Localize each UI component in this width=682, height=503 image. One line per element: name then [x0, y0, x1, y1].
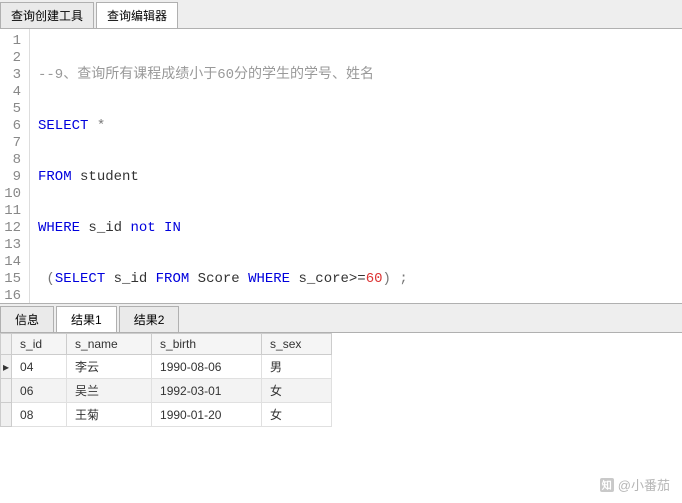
line-number: 9: [4, 169, 21, 186]
kw-from: FROM: [38, 169, 72, 185]
line-number: 7: [4, 135, 21, 152]
line-number: 10: [4, 186, 21, 203]
cell-ssex[interactable]: 女: [262, 379, 332, 403]
cell-sid[interactable]: 04: [12, 355, 67, 379]
table-row[interactable]: 06 吴兰 1992-03-01 女: [1, 379, 332, 403]
kw-from: FROM: [156, 271, 190, 287]
row-pointer-icon: ▸: [1, 355, 12, 379]
kw-where: WHERE: [248, 271, 290, 287]
table-header-row: s_id s_name s_birth s_sex: [1, 334, 332, 355]
cell-sname[interactable]: 吴兰: [67, 379, 152, 403]
code-star: *: [88, 118, 105, 134]
kw-in: IN: [156, 220, 181, 236]
code-cond: s_core>=: [290, 271, 366, 287]
cell-sname[interactable]: 李云: [67, 355, 152, 379]
cell-sname[interactable]: 王菊: [67, 403, 152, 427]
line-number: 6: [4, 118, 21, 135]
sql-editor: 1 2 3 4 5 6 7 8 9 10 11 12 13 14 15 16 -…: [0, 29, 682, 304]
code-paren: (: [38, 271, 55, 287]
kw-select: SELECT: [38, 118, 88, 134]
cell-sid[interactable]: 08: [12, 403, 67, 427]
code-number: 60: [366, 271, 383, 287]
kw-select: SELECT: [55, 271, 105, 287]
line-number: 1: [4, 33, 21, 50]
kw-where: WHERE: [38, 220, 80, 236]
code-paren: ) ;: [383, 271, 408, 287]
col-header-ssex[interactable]: s_sex: [262, 334, 332, 355]
cell-ssex[interactable]: 女: [262, 403, 332, 427]
tab-query-editor[interactable]: 查询编辑器: [96, 2, 178, 28]
row-selector-header: [1, 334, 12, 355]
code-table: Score: [189, 271, 248, 287]
kw-not: not: [130, 220, 155, 236]
line-number: 8: [4, 152, 21, 169]
col-header-sid[interactable]: s_id: [12, 334, 67, 355]
col-header-sname[interactable]: s_name: [67, 334, 152, 355]
line-number: 16: [4, 288, 21, 305]
code-col: s_id: [105, 271, 155, 287]
table-row[interactable]: 08 王菊 1990-01-20 女: [1, 403, 332, 427]
line-number: 11: [4, 203, 21, 220]
row-pointer: [1, 403, 12, 427]
line-number: 13: [4, 237, 21, 254]
sql-code-area[interactable]: --9、查询所有课程成绩小于60分的学生的学号、姓名 SELECT * FROM…: [30, 29, 682, 303]
cell-ssex[interactable]: 男: [262, 355, 332, 379]
line-number: 14: [4, 254, 21, 271]
tab-info[interactable]: 信息: [0, 306, 54, 332]
line-number: 12: [4, 220, 21, 237]
table-row[interactable]: ▸ 04 李云 1990-08-06 男: [1, 355, 332, 379]
line-number: 2: [4, 50, 21, 67]
tab-result2[interactable]: 结果2: [119, 306, 180, 332]
editor-top-tabs: 查询创建工具 查询编辑器: [0, 0, 682, 29]
row-pointer: [1, 379, 12, 403]
tab-query-builder[interactable]: 查询创建工具: [0, 2, 94, 28]
cell-sbirth[interactable]: 1990-08-06: [152, 355, 262, 379]
line-number: 5: [4, 101, 21, 118]
code-table: student: [72, 169, 139, 185]
line-number: 3: [4, 67, 21, 84]
cell-sbirth[interactable]: 1992-03-01: [152, 379, 262, 403]
code-col: s_id: [80, 220, 130, 236]
code-comment: --9、查询所有课程成绩小于60分的学生的学号、姓名: [38, 67, 374, 83]
line-number-gutter: 1 2 3 4 5 6 7 8 9 10 11 12 13 14 15 16: [0, 29, 30, 303]
col-header-sbirth[interactable]: s_birth: [152, 334, 262, 355]
cell-sbirth[interactable]: 1990-01-20: [152, 403, 262, 427]
line-number: 4: [4, 84, 21, 101]
line-number: 15: [4, 271, 21, 288]
cell-sid[interactable]: 06: [12, 379, 67, 403]
tab-result1[interactable]: 结果1: [56, 306, 117, 332]
results-table[interactable]: s_id s_name s_birth s_sex ▸ 04 李云 1990-0…: [0, 333, 332, 427]
results-grid: s_id s_name s_birth s_sex ▸ 04 李云 1990-0…: [0, 333, 682, 503]
